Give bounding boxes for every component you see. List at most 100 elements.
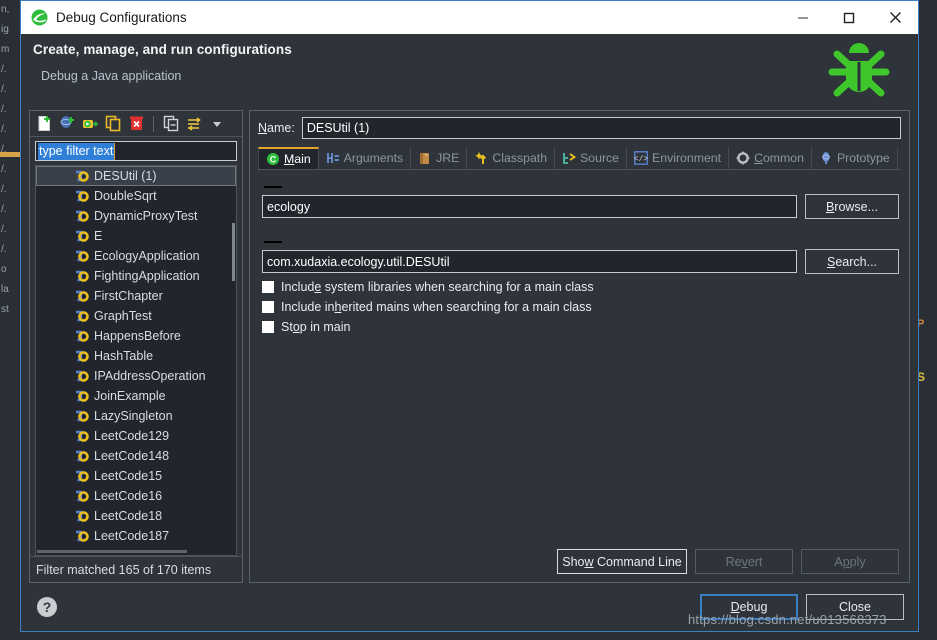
window-maximize-button[interactable]: [826, 1, 872, 34]
tab-source[interactable]: Source: [555, 147, 628, 169]
tree-item-label: LeetCode15: [94, 469, 163, 483]
tree-item[interactable]: LeetCode15: [36, 466, 236, 486]
apply-button[interactable]: Apply: [801, 549, 899, 574]
tab-main[interactable]: C Main: [258, 147, 319, 169]
filter-field-wrapper: type filter text: [30, 137, 242, 165]
watermark-text: https://blog.csdn.net/u013568373: [688, 612, 887, 627]
collapse-all-icon[interactable]: [161, 114, 181, 134]
java-class-icon: [74, 349, 89, 364]
new-launch-configuration-icon[interactable]: [34, 114, 54, 134]
classpath-icon: [474, 151, 488, 165]
java-class-icon: [74, 309, 89, 324]
tree-vertical-scrollbar[interactable]: [231, 167, 235, 554]
tree-item-label: FirstChapter: [94, 289, 163, 303]
tree-scrollbar-thumb[interactable]: [232, 223, 235, 281]
configurations-tree[interactable]: DESUtil (1) DoubleSqrt DynamicProxyTest E Ec…: [35, 165, 237, 556]
tab-label: Classpath: [492, 151, 548, 165]
java-class-icon: [74, 169, 89, 184]
window-close-button[interactable]: [872, 1, 918, 34]
java-class-icon: [74, 329, 89, 344]
tree-item[interactable]: HappensBefore: [36, 326, 236, 346]
tree-item[interactable]: FightingApplication: [36, 266, 236, 286]
checkbox-box[interactable]: [262, 281, 274, 293]
tab-environment[interactable]: </> Environment: [627, 147, 730, 169]
svg-text:C: C: [270, 155, 277, 165]
name-row: Name: DESUtil (1): [258, 117, 901, 139]
project-label: [264, 186, 282, 188]
tree-horizontal-scrollbar[interactable]: [37, 550, 228, 554]
tree-item[interactable]: EcologyApplication: [36, 246, 236, 266]
tree-hscrollbar-thumb[interactable]: [37, 550, 187, 553]
new-prototype-icon[interactable]: [57, 114, 77, 134]
tree-item-label: DoubleSqrt: [94, 189, 157, 203]
svg-text:</>: </>: [634, 155, 648, 164]
filter-icon[interactable]: [184, 114, 204, 134]
tree-item-label: E: [94, 229, 103, 243]
eclipse-icon: [30, 9, 48, 27]
java-class-icon: [74, 249, 89, 264]
tree-item[interactable]: JoinExample: [36, 386, 236, 406]
view-menu-icon[interactable]: [207, 114, 227, 134]
checkbox-row-0[interactable]: Include system libraries when searching …: [262, 280, 899, 294]
tree-item[interactable]: HashTable: [36, 346, 236, 366]
name-input[interactable]: DESUtil (1): [301, 117, 901, 139]
configuration-tabs: C Main Arguments JRE Classpath Source </> Envir…: [258, 147, 901, 170]
background-text-line: la: [1, 284, 9, 295]
main-class-input[interactable]: com.xudaxia.ecology.util.DESUtil: [262, 250, 797, 273]
tree-item[interactable]: LazySingleton: [36, 406, 236, 426]
filter-input[interactable]: type filter text: [35, 141, 237, 161]
tree-item[interactable]: LeetCode187: [36, 526, 236, 546]
main-class-label: [264, 241, 282, 243]
tree-item[interactable]: DoubleSqrt: [36, 186, 236, 206]
dialog-body: type filter text DESUtil (1) DoubleSqrt Dy…: [21, 104, 918, 583]
tree-item-label: FightingApplication: [94, 269, 200, 283]
export-icon[interactable]: [80, 114, 100, 134]
tree-item[interactable]: GraphTest: [36, 306, 236, 326]
source-icon: [562, 151, 577, 165]
checkbox-box[interactable]: [262, 301, 274, 313]
tree-item[interactable]: LeetCode148: [36, 446, 236, 466]
tab-classpath[interactable]: Classpath: [467, 147, 556, 169]
tree-item-label: LeetCode18: [94, 509, 163, 523]
background-text-line: /.: [1, 84, 7, 95]
java-class-icon: [74, 429, 89, 444]
window-minimize-button[interactable]: [780, 1, 826, 34]
tree-item[interactable]: DynamicProxyTest: [36, 206, 236, 226]
background-text-line: st: [1, 304, 9, 315]
tree-item[interactable]: LeetCode16: [36, 486, 236, 506]
tree-item-label: IPAddressOperation: [94, 369, 206, 383]
tab-label: Main: [284, 152, 311, 166]
main-class-icon: C: [266, 152, 280, 166]
help-icon[interactable]: ?: [35, 595, 59, 619]
java-class-icon: [74, 409, 89, 424]
tab-common[interactable]: Common: [729, 147, 812, 169]
tab-arguments[interactable]: Arguments: [319, 147, 412, 169]
browse-button[interactable]: Browse...: [805, 194, 899, 219]
tree-item[interactable]: LeetCode18: [36, 506, 236, 526]
delete-icon[interactable]: [126, 114, 146, 134]
editor-action-buttons: Show Command Line Revert Apply: [258, 545, 901, 576]
main-class-input-value: com.xudaxia.ecology.util.DESUtil: [267, 254, 450, 269]
java-class-icon: [74, 269, 89, 284]
background-text-line: /.: [1, 164, 7, 175]
revert-button[interactable]: Revert: [695, 549, 793, 574]
project-input[interactable]: ecology: [262, 195, 797, 218]
checkbox-box[interactable]: [262, 321, 274, 333]
java-class-icon: [74, 509, 89, 524]
search-button[interactable]: Search...: [805, 249, 899, 274]
checkbox-row-1[interactable]: Include inherited mains when searching f…: [262, 300, 899, 314]
tab-label: Prototype: [836, 151, 890, 165]
tab-jre[interactable]: JRE: [411, 147, 468, 169]
tree-item[interactable]: DESUtil (1): [36, 166, 236, 186]
tree-item[interactable]: E: [36, 226, 236, 246]
checkbox-row-2[interactable]: Stop in main: [262, 320, 899, 334]
duplicate-icon[interactable]: [103, 114, 123, 134]
prototype-icon: [819, 151, 833, 165]
tab-label: Environment: [652, 151, 722, 165]
tree-item-label: HappensBefore: [94, 329, 181, 343]
tree-item[interactable]: LeetCode129: [36, 426, 236, 446]
tree-item[interactable]: FirstChapter: [36, 286, 236, 306]
tree-item[interactable]: IPAddressOperation: [36, 366, 236, 386]
show-command-line-button[interactable]: Show Command Line: [557, 549, 687, 574]
tab-prototype[interactable]: Prototype: [812, 147, 898, 169]
